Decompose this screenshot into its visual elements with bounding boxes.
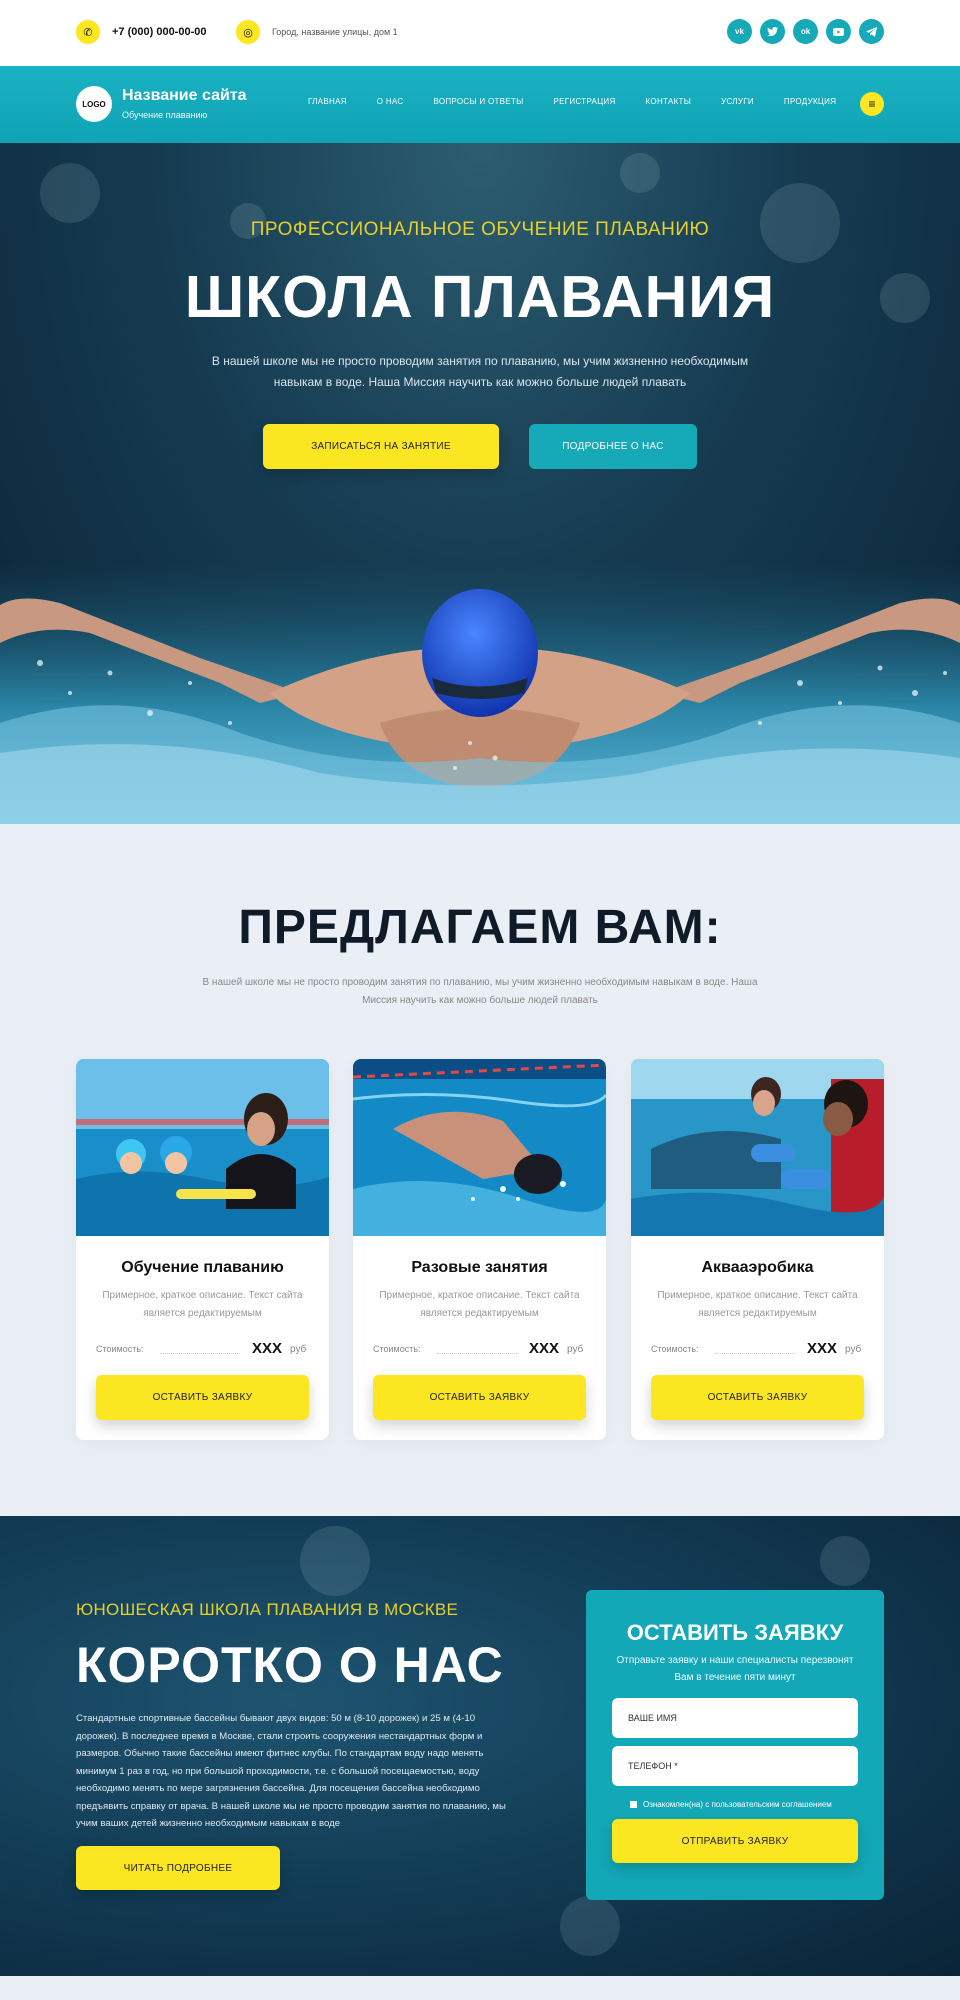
about-text: Стандартные спортивные бассейны бывают д… (76, 1713, 506, 1829)
price-dotted-line (160, 1353, 240, 1354)
card-price: XXX (252, 1340, 283, 1357)
agreement-checkbox[interactable] (630, 1801, 637, 1808)
about-title: КОРОТКО О НАС (76, 1637, 504, 1693)
card-price-label: Стоимость: (373, 1344, 421, 1354)
hero-text: В нашей школе мы не просто проводим заня… (211, 354, 749, 389)
about-section: ЮНОШЕСКАЯ ШКОЛА ПЛАВАНИЯ В МОСКВЕ КОРОТК… (0, 1516, 960, 1976)
more-about-button[interactable]: ПОДРОБНЕЕ О НАС (529, 424, 697, 469)
offers-title: ПРЕДЛАГАЕМ ВАМ: (238, 901, 722, 954)
bokeh-light (40, 163, 100, 223)
offer-card: Аквааэробика Примерное, краткое описание… (631, 1059, 884, 1440)
hero-title: ШКОЛА ПЛАВАНИЯ (184, 264, 776, 330)
card-image-freestyle-swimmer (353, 1059, 606, 1236)
logo[interactable]: LOGO (76, 86, 112, 122)
main-navbar: LOGO Название сайта Обучение плаванию Гл… (0, 66, 960, 143)
offer-card: Разовые занятия Примерное, краткое описа… (353, 1059, 606, 1440)
agreement-label: Ознакомлен(на) с пользовательским соглаш… (643, 1800, 832, 1809)
card-currency: руб (845, 1344, 862, 1355)
menu-item-faq[interactable]: Вопросы и ответы (433, 97, 523, 106)
price-dotted-line (437, 1353, 517, 1354)
phone-number[interactable]: +7 (000) 000-00-00 (112, 26, 206, 38)
hero-eyebrow: ПРОФЕССИОНАЛЬНОЕ ОБУЧЕНИЕ ПЛАВАНИЮ (250, 219, 710, 240)
card-price: XXX (529, 1340, 560, 1357)
card-request-button[interactable]: ОСТАВИТЬ ЗАЯВКУ (373, 1375, 586, 1420)
submit-request-button[interactable]: ОТПРАВИТЬ ЗАЯВКУ (612, 1819, 858, 1863)
menu-item-products[interactable]: Продукция (784, 97, 836, 106)
phone-input[interactable]: Телефон * (612, 1746, 858, 1786)
social-links: vk ok (727, 19, 884, 44)
twitter-icon[interactable] (760, 19, 785, 44)
card-request-button[interactable]: ОСТАВИТЬ ЗАЯВКУ (96, 1375, 309, 1420)
form-subtitle: Отправьте заявку и наши специалисты пере… (616, 1655, 854, 1683)
bokeh-light (560, 1896, 620, 1956)
bokeh-light (620, 153, 660, 193)
card-image-aqua-aerobics (631, 1059, 884, 1236)
about-eyebrow: ЮНОШЕСКАЯ ШКОЛА ПЛАВАНИЯ В МОСКВЕ (76, 1600, 459, 1619)
read-more-button[interactable]: ЧИТАТЬ ПОДРОБНЕЕ (76, 1846, 280, 1890)
card-description: Примерное, краткое описание. Текст сайта… (102, 1290, 303, 1319)
site-title[interactable]: Название сайта (122, 87, 247, 105)
menu-item-services[interactable]: Услуги (721, 97, 754, 106)
odnoklassniki-icon[interactable]: ok (793, 19, 818, 44)
menu-item-registration[interactable]: Регистрация (554, 97, 616, 106)
card-description: Примерное, краткое описание. Текст сайта… (379, 1290, 580, 1319)
site-subtitle: Обучение плаванию (122, 110, 208, 120)
menu-item-about[interactable]: О нас (377, 97, 404, 106)
card-request-button[interactable]: ОСТАВИТЬ ЗАЯВКУ (651, 1375, 864, 1420)
card-image-kids-swimming (76, 1059, 329, 1236)
menu-item-home[interactable]: Главная (308, 97, 347, 106)
main-menu: Главная О нас Вопросы и ответы Регистрац… (308, 97, 866, 106)
bokeh-light (820, 1536, 870, 1586)
name-input[interactable]: Ваше имя (612, 1698, 858, 1738)
next-section-edge (0, 1976, 960, 2000)
card-price-label: Стоимость: (96, 1344, 144, 1354)
form-title: ОСТАВИТЬ ЗАЯВКУ (626, 1620, 844, 1645)
top-bar: ✆ +7 (000) 000-00-00 ◎ Город, название у… (0, 0, 960, 66)
phone-contact[interactable]: ✆ +7 (000) 000-00-00 (76, 20, 206, 44)
card-title: Обучение плаванию (121, 1259, 284, 1276)
bokeh-light (300, 1526, 370, 1596)
hero-section: ПРОФЕССИОНАЛЬНОЕ ОБУЧЕНИЕ ПЛАВАНИЮ ШКОЛА… (0, 143, 960, 824)
card-price-label: Стоимость: (651, 1344, 699, 1354)
burger-menu-icon[interactable]: ≡ (860, 92, 884, 116)
swimmer-image (0, 563, 960, 824)
signup-lesson-button[interactable]: ЗАПИСАТЬСЯ НА ЗАНЯТИЕ (263, 424, 499, 469)
location-icon: ◎ (236, 20, 260, 44)
request-form: ОСТАВИТЬ ЗАЯВКУ Отправьте заявку и наши … (586, 1590, 884, 1900)
menu-item-contacts[interactable]: Контакты (646, 97, 692, 106)
card-title: Аквааэробика (701, 1259, 814, 1276)
address-contact: ◎ Город, название улицы, дом 1 (236, 20, 398, 44)
card-title: Разовые занятия (411, 1259, 548, 1276)
offers-text: В нашей школе мы не просто проводим заня… (202, 977, 758, 1006)
price-dotted-line (715, 1353, 795, 1354)
vk-icon[interactable]: vk (727, 19, 752, 44)
youtube-icon[interactable] (826, 19, 851, 44)
card-description: Примерное, краткое описание. Текст сайта… (657, 1290, 858, 1319)
telegram-icon[interactable] (859, 19, 884, 44)
card-currency: руб (567, 1344, 584, 1355)
phone-icon: ✆ (76, 20, 100, 44)
card-price: XXX (807, 1340, 838, 1357)
offer-card: Обучение плаванию Примерное, краткое опи… (76, 1059, 329, 1440)
address-text: Город, название улицы, дом 1 (272, 27, 398, 37)
agreement-checkbox-row[interactable]: Ознакомлен(на) с пользовательским соглаш… (630, 1800, 832, 1809)
card-currency: руб (290, 1344, 307, 1355)
